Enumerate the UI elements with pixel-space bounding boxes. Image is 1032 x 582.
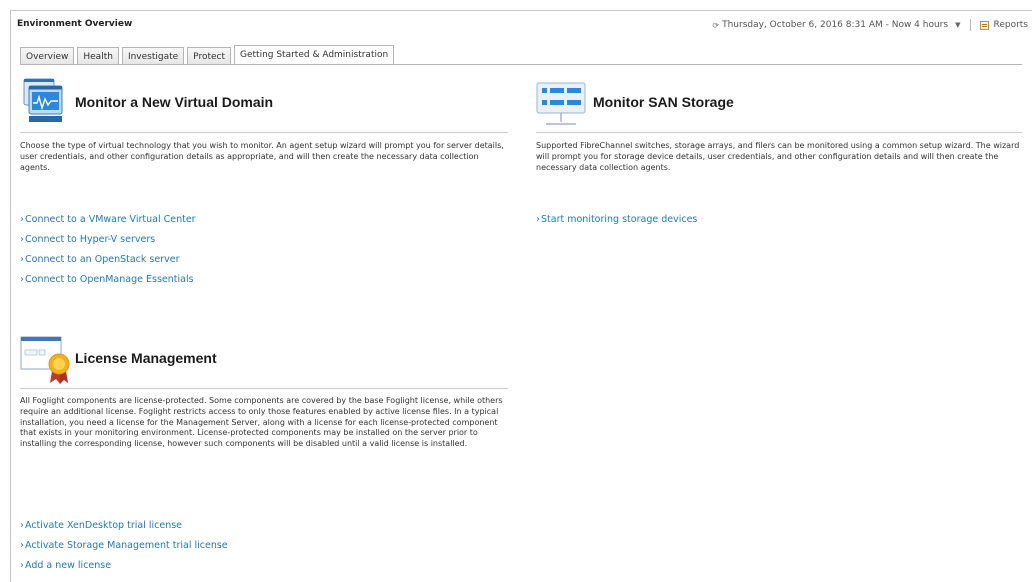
- license-management-description: All Foglight components are license-prot…: [20, 396, 503, 449]
- reports-label: Reports: [993, 20, 1028, 30]
- chevron-right-icon: ›: [20, 234, 24, 245]
- page-title: Environment Overview: [17, 19, 133, 29]
- tab-getting-started[interactable]: Getting Started & Administration: [234, 45, 395, 65]
- link-start-monitoring-storage[interactable]: ›Start monitoring storage devices: [536, 210, 697, 230]
- chevron-right-icon: ›: [20, 540, 24, 551]
- reports-button[interactable]: Reports: [980, 20, 1028, 30]
- san-storage-links: ›Start monitoring storage devices: [536, 210, 697, 230]
- link-activate-xendesktop-trial[interactable]: ›Activate XenDesktop trial license: [20, 516, 228, 536]
- link-label: Activate Storage Management trial licens…: [25, 540, 228, 551]
- virtual-domain-icon: [23, 78, 63, 122]
- chevron-right-icon: ›: [20, 520, 24, 531]
- section-divider: [20, 132, 508, 133]
- link-label: Connect to a VMware Virtual Center: [25, 214, 196, 225]
- tab-investigate[interactable]: Investigate: [121, 47, 185, 65]
- time-range-selector[interactable]: ⟳ Thursday, October 6, 2016 8:31 AM - No…: [712, 20, 960, 30]
- link-label: Add a new license: [25, 560, 112, 571]
- link-label: Activate XenDesktop trial license: [25, 520, 183, 531]
- section-divider: [536, 132, 1022, 133]
- license-management-title: License Management: [75, 350, 217, 366]
- header-controls: ⟳ Thursday, October 6, 2016 8:31 AM - No…: [712, 19, 1028, 31]
- virtual-domain-description: Choose the type of virtual technology th…: [20, 141, 504, 172]
- refresh-icon: ⟳: [712, 20, 720, 30]
- time-range-label: Thursday, October 6, 2016 8:31 AM - Now …: [722, 20, 949, 30]
- license-links: ›Activate XenDesktop trial license ›Acti…: [20, 516, 228, 576]
- san-storage-title: Monitor SAN Storage: [593, 94, 734, 110]
- link-activate-storage-trial[interactable]: ›Activate Storage Management trial licen…: [20, 536, 228, 556]
- virtual-domain-links: ›Connect to a VMware Virtual Center ›Con…: [20, 210, 196, 290]
- link-label: Connect to OpenManage Essentials: [25, 274, 194, 285]
- link-openstack-server[interactable]: ›Connect to an OpenStack server: [20, 250, 196, 270]
- tab-health[interactable]: Health: [77, 47, 119, 65]
- license-certificate-icon: [20, 336, 70, 384]
- caret-down-icon[interactable]: ▼: [955, 21, 960, 29]
- tab-bar: Overview Health Investigate Protect Gett…: [20, 45, 397, 65]
- link-openmanage-essentials[interactable]: ›Connect to OpenManage Essentials: [20, 270, 196, 290]
- link-vmware-virtual-center[interactable]: ›Connect to a VMware Virtual Center: [20, 210, 196, 230]
- chevron-right-icon: ›: [20, 254, 24, 265]
- virtual-domain-title: Monitor a New Virtual Domain: [75, 94, 274, 110]
- section-divider: [20, 388, 508, 389]
- chevron-right-icon: ›: [20, 214, 24, 225]
- divider: [970, 19, 972, 31]
- tab-overview[interactable]: Overview: [20, 47, 75, 65]
- link-add-new-license[interactable]: ›Add a new license: [20, 556, 228, 576]
- link-label: Start monitoring storage devices: [541, 214, 698, 225]
- chevron-right-icon: ›: [536, 214, 540, 225]
- san-storage-description: Supported FibreChannel switches, storage…: [536, 141, 1020, 172]
- link-label: Connect to an OpenStack server: [25, 254, 180, 265]
- tab-protect[interactable]: Protect: [187, 47, 231, 65]
- reports-icon: [980, 20, 990, 30]
- link-label: Connect to Hyper-V servers: [25, 234, 156, 245]
- link-hyper-v-servers[interactable]: ›Connect to Hyper-V servers: [20, 230, 196, 250]
- san-storage-icon: [536, 82, 586, 125]
- chevron-right-icon: ›: [20, 274, 24, 285]
- tab-underline: [20, 64, 1022, 65]
- chevron-right-icon: ›: [20, 560, 24, 571]
